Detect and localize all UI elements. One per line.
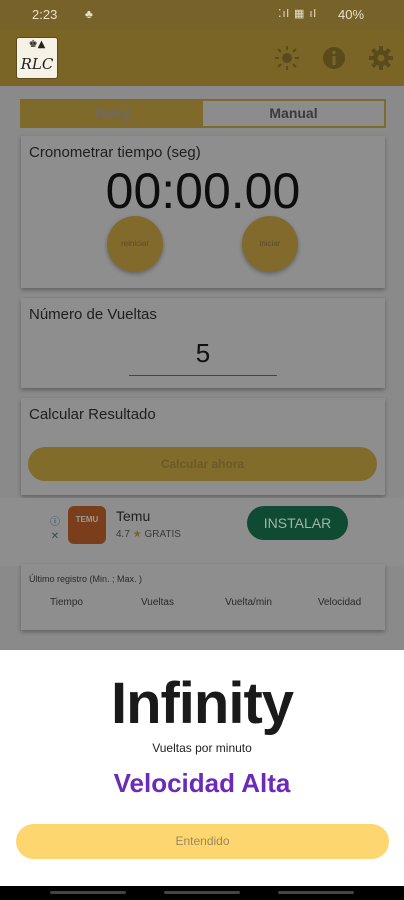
notification-icon: ♣ xyxy=(85,7,93,21)
battery-level: 40% xyxy=(338,7,365,22)
app-logo: ♚▲ RLC xyxy=(16,37,58,79)
adchoices-icon[interactable]: ⓘ ✕ xyxy=(49,516,61,544)
ad-price: GRATIS xyxy=(144,529,181,540)
logo-text: RLC xyxy=(20,55,54,73)
tab-reloj[interactable]: Reloj xyxy=(22,101,203,126)
system-nav-bar xyxy=(0,886,404,900)
star-icon: ★ xyxy=(132,529,145,540)
ad-meta: 4.7 ★ GRATIS xyxy=(116,529,181,540)
mode-tabs: Reloj Manual xyxy=(20,99,386,128)
tab-manual[interactable]: Manual xyxy=(203,101,384,126)
record-title: Último registro (Min. ; Max. ) xyxy=(29,574,143,584)
timer-card-title: Cronometrar tiempo (seg) xyxy=(29,144,201,161)
reset-button[interactable]: reiniciar xyxy=(107,216,163,272)
info-icon[interactable] xyxy=(320,44,348,72)
app-bar: ♚▲ RLC xyxy=(0,30,404,86)
ad-app-name: Temu xyxy=(116,508,151,524)
nav-home[interactable] xyxy=(164,891,240,894)
start-button[interactable]: iniciar xyxy=(242,216,298,272)
ad-rating: 4.7 xyxy=(116,529,130,540)
install-button[interactable]: INSTALAR xyxy=(247,506,348,540)
logo-mark: ♚▲ xyxy=(28,39,46,50)
laps-input[interactable]: 5 xyxy=(21,338,385,369)
main-content: Reloj Manual Cronometrar tiempo (seg) 00… xyxy=(0,86,404,650)
ad-logo-text: TEMU xyxy=(75,515,99,524)
last-record-card: Último registro (Min. ; Max. ) Tiempo Vu… xyxy=(21,564,385,630)
record-col-time: Tiempo xyxy=(50,597,83,608)
timer-display: 00:00.00 xyxy=(105,163,301,219)
result-value: Infinity xyxy=(110,671,294,736)
ad-app-logo: TEMU xyxy=(68,506,106,544)
brightness-icon[interactable] xyxy=(273,44,301,72)
record-columns: Tiempo Vueltas Vuelta/min Velocidad xyxy=(21,597,385,608)
laps-card: Número de Vueltas 5 xyxy=(21,298,385,388)
speed-category: Velocidad Alta xyxy=(113,768,291,798)
understood-button[interactable]: Entendido xyxy=(16,824,389,859)
timer-card: Cronometrar tiempo (seg) 00:00.00 reinic… xyxy=(21,136,385,288)
record-col-laps: Vueltas xyxy=(141,597,174,608)
status-time: 2:23 xyxy=(32,7,58,22)
ad-banner[interactable]: ⓘ ✕ TEMU Temu 4.7 ★ GRATIS INSTALAR xyxy=(0,498,404,566)
nav-back[interactable] xyxy=(278,891,354,894)
result-unit: Vueltas por minuto xyxy=(152,741,252,755)
laps-card-title: Número de Vueltas xyxy=(29,306,157,323)
signal-icon: ⁚ıl ▦ ıl xyxy=(278,8,318,20)
record-col-speed: Velocidad xyxy=(317,597,362,608)
calculate-button[interactable]: Calcular ahora xyxy=(28,447,377,481)
settings-gear-icon[interactable] xyxy=(367,44,395,72)
calc-card: Calcular Resultado Calcular ahora xyxy=(21,398,385,495)
calc-card-title: Calcular Resultado xyxy=(29,406,156,423)
status-bar: 2:23 ♣ ⁚ıl ▦ ıl 40% xyxy=(0,0,404,30)
result-bottom-sheet: Infinity Vueltas por minuto Velocidad Al… xyxy=(0,650,404,886)
nav-recents[interactable] xyxy=(50,891,126,894)
record-col-laps-per-min: Vuelta/min xyxy=(225,597,272,608)
laps-input-underline xyxy=(129,375,277,376)
